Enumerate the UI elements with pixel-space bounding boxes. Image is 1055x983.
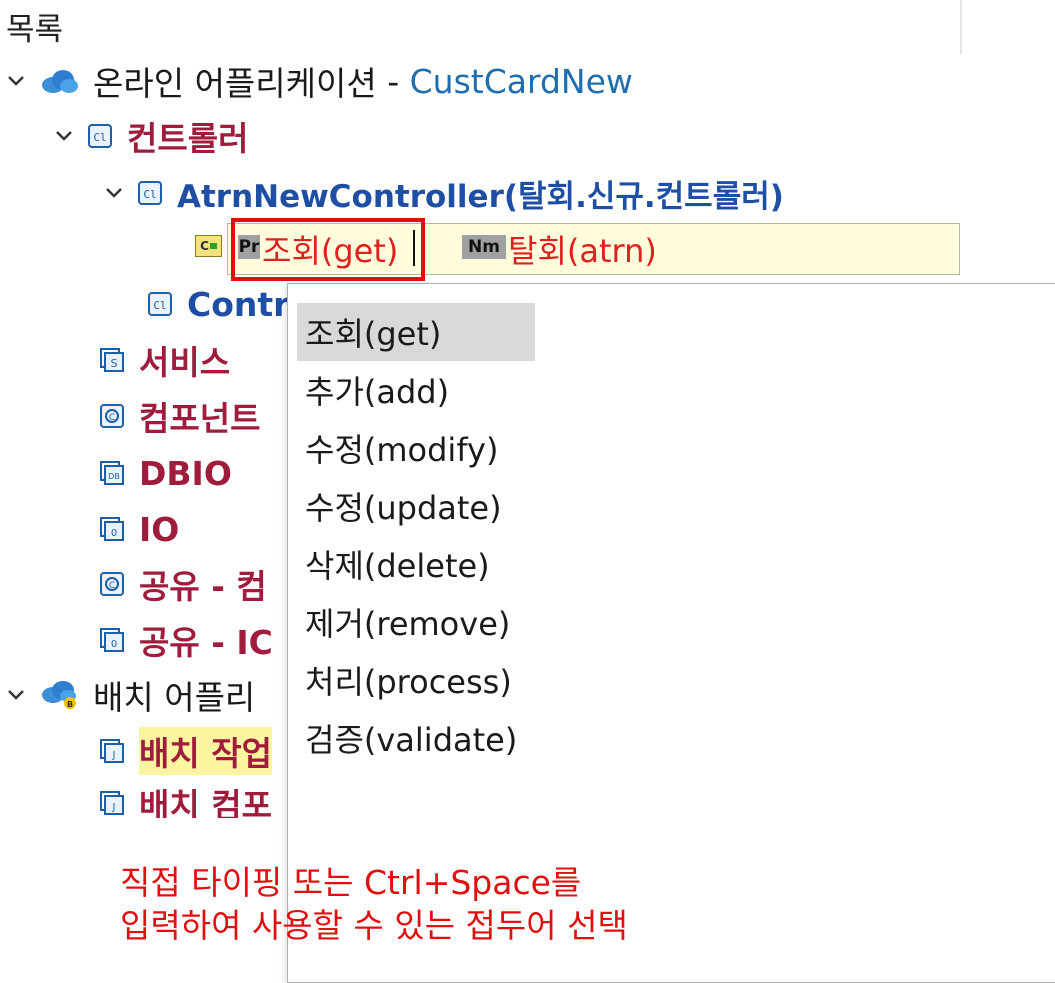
service-icon: S	[99, 347, 125, 373]
tree-node-batch-component[interactable]: J 배치 컴포	[99, 780, 272, 818]
dropdown-item[interactable]: 조회(get)	[297, 303, 535, 361]
tree-node-label: 서비스	[139, 343, 231, 382]
job-icon: J	[99, 790, 125, 816]
svg-text:J: J	[112, 802, 116, 813]
name-tag: Nm	[462, 235, 506, 259]
panel-title: 목록	[6, 12, 64, 48]
tree-node-label: 배치 어플리	[93, 678, 256, 717]
tree-node-dbio[interactable]: DB DBIO	[99, 450, 232, 496]
panel-divider	[960, 0, 962, 54]
tree-node-shared-io[interactable]: 0 공유 - IC	[99, 617, 273, 663]
annotation-line-1: 직접 타이핑 또는 Ctrl+Space를	[120, 863, 582, 902]
controller-icon: Cl	[87, 123, 113, 149]
tree-node-shared-component[interactable]: C 공유 - 컴	[99, 561, 267, 607]
component-icon: C	[99, 571, 125, 597]
tree-node-sublabel: CustCardNew	[409, 61, 633, 101]
svg-text:DB: DB	[108, 472, 120, 481]
svg-text:0: 0	[111, 639, 117, 650]
annotation-line-2: 입력하여 사용할 수 있는 접두어 선택	[120, 906, 628, 945]
tree-node-label: IO	[139, 509, 180, 549]
controller-icon: Cl	[137, 180, 163, 206]
tree-node-label: 공유 - IC	[139, 623, 273, 662]
svg-text:S: S	[111, 357, 118, 370]
dropdown-item[interactable]: 수정(update)	[297, 477, 535, 535]
chevron-down-icon[interactable]	[53, 125, 75, 147]
job-icon: J	[99, 738, 125, 764]
cloud-icon	[39, 68, 79, 94]
name-value[interactable]: 탈회(atrn)	[508, 226, 657, 272]
io-icon: 0	[99, 627, 125, 653]
tree-node-label: 컨트롤러	[127, 119, 249, 158]
dropdown-item[interactable]: 수정(modify)	[297, 419, 535, 477]
dropdown-item[interactable]: 검증(validate)	[297, 709, 535, 767]
tree-node-label: AtrnNewController(탈회.신규.컨트롤러)	[177, 178, 784, 215]
tree-node-contr[interactable]: Cl Contr	[147, 281, 289, 327]
tree-node-batch-app[interactable]: B 배치 어플리	[5, 672, 255, 718]
svg-text:0: 0	[111, 528, 117, 539]
chevron-down-icon[interactable]	[5, 70, 27, 92]
dropdown-item[interactable]: 처리(process)	[297, 651, 535, 709]
chevron-down-icon[interactable]	[103, 182, 125, 204]
controller-icon: Cl	[147, 291, 173, 317]
tree-node-label: Contr	[187, 284, 290, 324]
dropdown-item[interactable]: 추가(add)	[297, 361, 535, 419]
svg-text:C: C	[109, 413, 115, 423]
tree-node-label: 온라인 어플리케이션	[93, 64, 377, 103]
svg-text:Cl: Cl	[93, 131, 106, 144]
tree-node-component[interactable]: C 컴포넌트	[99, 393, 260, 439]
tree-node-service[interactable]: S 서비스	[99, 337, 230, 383]
tree-node-label: 컴포넌트	[139, 399, 261, 438]
svg-text:Cl: Cl	[143, 188, 156, 201]
component-icon: C	[99, 403, 125, 429]
tree-node-batch-job[interactable]: J 배치 작업	[99, 727, 272, 775]
svg-text:Cl: Cl	[153, 299, 166, 312]
tree-node-separator: -	[376, 61, 410, 101]
tree-node-online-app[interactable]: 온라인 어플리케이션 - CustCardNew	[5, 58, 633, 104]
tree-node-label: DBIO	[139, 453, 232, 493]
svg-text:J: J	[112, 750, 116, 761]
tree-node-controller-folder[interactable]: Cl 컨트롤러	[53, 113, 248, 159]
tree-node-atrn-controller[interactable]: Cl AtrnNewController(탈회.신규.컨트롤러)	[103, 170, 784, 216]
batch-cloud-icon: B	[39, 681, 79, 709]
method-badge-letter: C	[200, 239, 209, 253]
dbio-icon: DB	[99, 460, 125, 486]
dropdown-item[interactable]: 제거(remove)	[297, 593, 535, 651]
svg-text:C: C	[109, 581, 115, 591]
name-tag-label: Nm	[462, 235, 506, 259]
tree-node-io[interactable]: 0 IO	[99, 506, 179, 552]
tree-node-clip: J 배치 컴포	[0, 780, 290, 818]
tree-node-label: 배치 작업	[139, 727, 272, 775]
dropdown-item[interactable]: 삭제(delete)	[297, 535, 535, 593]
tree-node-label: 배치 컴포	[139, 786, 272, 818]
chevron-down-icon[interactable]	[5, 684, 27, 706]
svg-text:B: B	[67, 700, 73, 709]
tree-node-label: 공유 - 컴	[139, 567, 267, 606]
io-icon: 0	[99, 516, 125, 542]
highlight-box	[231, 218, 425, 281]
method-badge-icon: C	[195, 235, 222, 257]
